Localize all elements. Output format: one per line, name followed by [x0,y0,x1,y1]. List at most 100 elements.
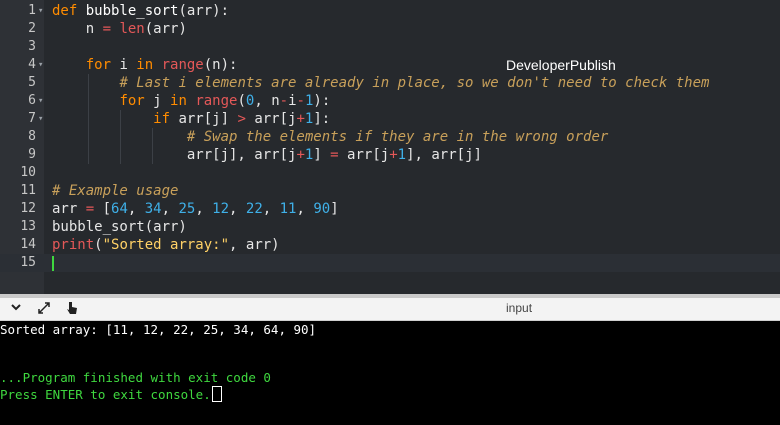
code-text[interactable]: # Swap the elements if they are in the w… [52,128,608,146]
code-token: , [195,201,213,217]
code-line[interactable]: 8 # Swap the elements if they are in the… [0,128,780,146]
code-token: + [389,147,398,163]
code-token: # Example usage [52,183,179,199]
code-token: ( [94,237,103,253]
code-token: arr[j [347,147,390,163]
code-token: - [279,93,289,109]
line-number: 12 [20,201,36,216]
code-line[interactable]: 10 [0,164,780,182]
code-line[interactable]: 2 n = len(arr) [0,20,780,38]
code-line[interactable]: 15 [0,254,780,272]
line-number: 6 [28,93,36,108]
code-token: , arr) [229,237,280,253]
code-token: if [153,111,179,127]
line-number: 10 [20,165,36,180]
code-token: j [153,93,171,109]
code-token: def [52,3,86,19]
console-line: Sorted array: [11, 12, 22, 25, 34, 64, 9… [0,322,317,337]
code-token: 1 [397,147,407,163]
code-token: = [330,147,348,163]
code-token: [ [102,201,112,217]
fold-arrow-icon[interactable]: ▾ [38,56,43,74]
chevron-down-icon[interactable] [8,301,24,317]
code-line[interactable]: 4 ▾ for i in range(n): [0,56,780,74]
code-text[interactable]: # Example usage [52,182,178,200]
code-line[interactable]: 5 # Last i elements are already in place… [0,74,780,92]
line-number: 2 [28,21,36,36]
code-text[interactable]: for i in range(n): [52,56,238,74]
code-token: ] [313,147,331,163]
code-token: arr[j] [178,111,238,127]
fold-arrow-icon[interactable]: ▾ [38,92,43,110]
code-token: ]: [313,111,331,127]
code-token: i [119,57,137,73]
code-token: (n): [203,57,238,73]
code-token: ): [313,93,331,109]
code-token: + [296,147,305,163]
line-number: 13 [20,219,36,234]
code-token: 12 [212,201,230,217]
code-token: , n [254,93,280,109]
code-line[interactable]: 11 # Example usage [0,182,780,200]
code-line[interactable]: 1 ▾ def bubble_sort(arr): [0,2,780,20]
code-token: range [195,93,238,109]
code-token: i [288,93,297,109]
code-editor[interactable]: 1 ▾ def bubble_sort(arr): 2 n = len(arr) 3 4 ▾… [0,0,780,298]
code-text[interactable]: if arr[j] > arr[j+1]: [52,110,330,128]
code-line[interactable]: 14 print("Sorted array:", arr) [0,236,780,254]
code-token: ( [237,93,246,109]
code-token: for [85,57,120,73]
code-line[interactable]: 6 ▾ for j in range(0, n-i-1): [0,92,780,110]
code-token: arr [52,201,86,217]
line-number: 14 [20,237,36,252]
code-token: , [127,201,145,217]
code-text[interactable]: n = len(arr) [52,20,187,38]
code-line[interactable]: 3 [0,38,780,56]
code-token: range [161,57,204,73]
code-text[interactable]: arr = [64, 34, 25, 12, 22, 11, 90] [52,200,339,218]
fold-arrow-icon[interactable]: ▾ [38,2,43,20]
code-token: arr[j], arr[j [186,147,297,163]
text-cursor [52,256,54,271]
code-token: = [85,201,103,217]
code-token: # Last i elements are already in place, … [119,75,710,91]
code-text[interactable]: def bubble_sort(arr): [52,2,229,20]
line-number: 4 [28,57,36,72]
indent-guide [88,74,89,164]
code-token: in [136,57,162,73]
code-line[interactable]: 12 arr = [64, 34, 25, 12, 22, 11, 90] [0,200,780,218]
code-token: (arr) [144,21,187,37]
watermark-text: DeveloperPublish [506,57,616,73]
code-token: - [296,93,305,109]
code-token: > [237,111,255,127]
code-text[interactable]: arr[j], arr[j+1] = arr[j+1], arr[j] [52,146,482,164]
line-number: 5 [28,75,36,90]
terminal-cursor [211,386,222,402]
code-line[interactable]: 7 ▾ if arr[j] > arr[j+1]: [0,110,780,128]
code-text[interactable]: print("Sorted array:", arr) [52,236,280,254]
code-line[interactable]: 9 arr[j], arr[j+1] = arr[j+1], arr[j] [0,146,780,164]
line-number: 9 [28,147,36,162]
output-console[interactable]: Sorted array: [11, 12, 22, 25, 34, 64, 9… [0,321,780,425]
code-token: in [170,93,196,109]
indent-guide [152,128,153,164]
line-number: 15 [20,255,36,270]
code-token: 64 [111,201,128,217]
line-number: 3 [28,39,36,54]
code-text[interactable]: for j in range(0, n-i-1): [52,92,330,110]
code-token: , [229,201,246,217]
expand-icon[interactable] [36,301,52,317]
io-toolbar: input [0,298,780,321]
code-text[interactable]: # Last i elements are already in place, … [52,74,709,92]
code-text[interactable]: bubble_sort(arr) [52,218,187,236]
code-token: bubble_sort [85,3,179,19]
code-token: arr[j [254,111,297,127]
fold-arrow-icon[interactable]: ▾ [38,110,43,128]
code-line[interactable]: 13 bubble_sort(arr) [0,218,780,236]
pointer-icon[interactable] [64,301,80,317]
console-line: Press ENTER to exit console. [0,386,222,403]
console-line: ...Program finished with exit code 0 [0,370,271,385]
